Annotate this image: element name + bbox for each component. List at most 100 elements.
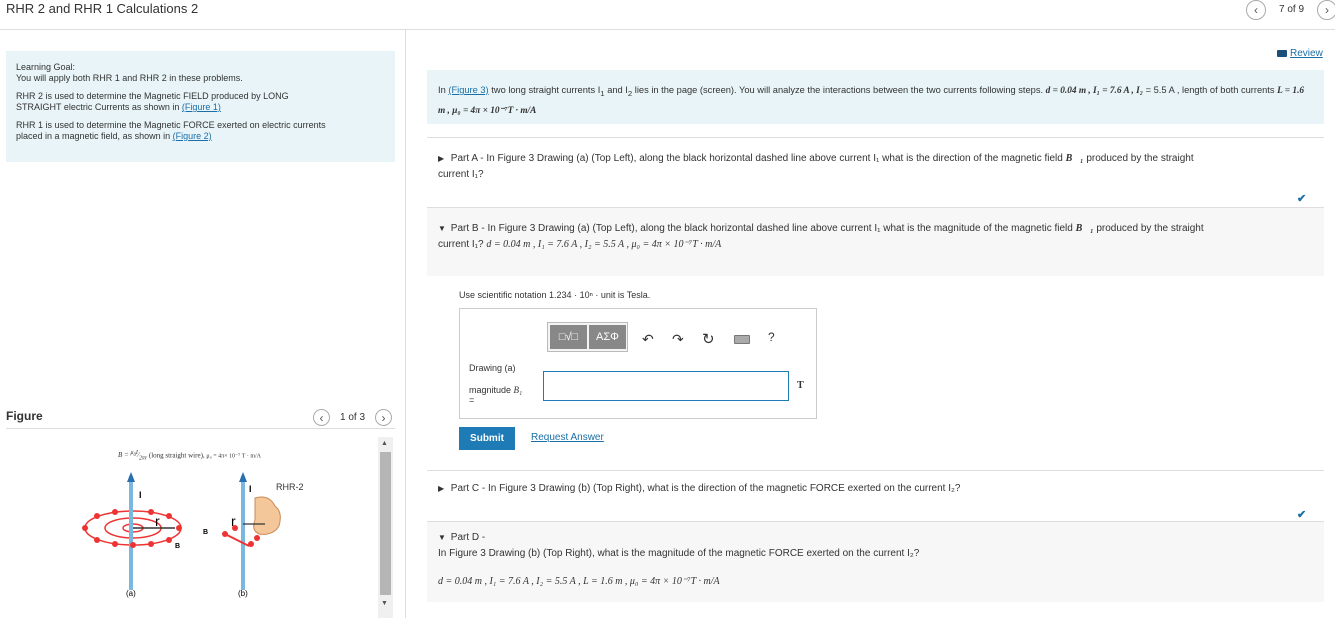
caption-b: (b)	[238, 589, 248, 598]
goal-line-2b: STRAIGHT electric Currents as shown in	[16, 102, 180, 112]
figure-prev-button[interactable]: ‹	[313, 409, 330, 426]
intro-prefix: In	[438, 85, 446, 95]
part-b-text-3: current I₁?	[438, 239, 484, 250]
formula-b: B = μ0I⁄2πr	[118, 450, 148, 462]
magnitude-label: magnitude B₁ =	[469, 385, 522, 405]
next-item-button[interactable]: ›	[1317, 0, 1335, 20]
book-icon	[1277, 50, 1287, 57]
equals-sign: =	[469, 395, 475, 405]
scroll-up-icon[interactable]: ▲	[381, 440, 388, 447]
chevron-left-icon: ‹	[319, 410, 324, 425]
part-a-text-3: current I₁?	[438, 169, 484, 180]
label-r-b: r	[231, 513, 236, 529]
label-b-b: B	[203, 529, 208, 536]
chevron-right-icon: ›	[381, 410, 386, 425]
formula-mu: μ₀ = 4π× 10⁻⁷ T · m/A	[206, 453, 261, 460]
caret-down-icon: ▼	[438, 224, 446, 233]
goal-line-3b: placed in a magnetic field, as shown in	[16, 131, 171, 141]
drawing-label: Drawing (a)	[469, 363, 516, 373]
intro-given-2: = 5.5 A , length of both currents	[1145, 85, 1275, 95]
label-i-a: I	[139, 490, 142, 500]
sqrt-icon: □√□	[558, 331, 579, 343]
part-b-text: - In Figure 3 Drawing (a) (Top Left), al…	[478, 223, 1073, 234]
figure-1-link[interactable]: (Figure 1)	[182, 102, 221, 112]
drawing-b: I r B	[203, 472, 281, 590]
template-button-group: □√□ ΑΣΦ	[547, 322, 628, 352]
undo-icon[interactable]: ↶	[642, 331, 654, 348]
part-a-text: - In Figure 3 Drawing (a) (Top Left), al…	[477, 153, 1063, 164]
magnitude-var: B₁	[513, 385, 523, 395]
answer-box: □√□ ΑΣΦ ↶ ↷ ↻ ? Drawing (a) magnitude B₁…	[459, 308, 817, 419]
figure-formula: B = μ0I⁄2πr (long straight wire), μ₀ = 4…	[118, 450, 261, 462]
part-b-header[interactable]: ▼ Part B - In Figure 3 Drawing (a) (Top …	[438, 221, 1318, 253]
formula-text: (long straight wire),	[148, 451, 205, 460]
part-b-label: Part B	[450, 223, 479, 234]
chevron-right-icon: ›	[1325, 3, 1329, 17]
math-template-button[interactable]: □√□	[550, 325, 587, 349]
part-a-text-2: produced by the straight	[1086, 153, 1194, 164]
problem-intro: In (Figure 3) two long straight currents…	[427, 70, 1324, 124]
label-b-a: B	[175, 543, 180, 550]
figure-next-button[interactable]: ›	[375, 409, 392, 426]
figure-3-link[interactable]: (Figure 3)	[448, 85, 488, 95]
part-c-text: - In Figure 3 Drawing (b) (Top Right), w…	[479, 483, 961, 494]
keyboard-icon[interactable]	[734, 335, 750, 344]
greek-symbols-button[interactable]: ΑΣΦ	[589, 325, 626, 349]
goal-line-3: RHR 1 is used to determine the Magnetic …	[16, 120, 385, 142]
figure-divider	[6, 428, 395, 429]
review-link[interactable]: Review	[1277, 48, 1323, 59]
magnitude-input[interactable]	[543, 371, 789, 401]
figure-2-link[interactable]: (Figure 2)	[173, 131, 212, 141]
part-d-dash: -	[479, 532, 486, 543]
part-d-given: d = 0.04 m , I₁ = 7.6 A , I₂ = 5.5 A , L…	[438, 576, 720, 587]
figure-counter: 1 of 3	[340, 412, 366, 423]
label-r: r	[155, 513, 160, 529]
answer-hint: Use scientific notation 1.234 · 10ⁿ · un…	[459, 290, 651, 300]
part-b-text-2: produced by the straight	[1096, 223, 1204, 234]
caret-right-icon: ▶	[438, 484, 445, 493]
help-button[interactable]: ?	[768, 330, 775, 344]
scroll-down-icon[interactable]: ▼	[381, 600, 388, 607]
caret-right-icon: ▶	[438, 154, 445, 163]
goal-heading: Learning Goal:	[16, 62, 76, 72]
divider-c	[427, 470, 1324, 471]
goal-line-1: You will apply both RHR 1 and RHR 2 in t…	[16, 73, 243, 83]
greek-label: ΑΣΦ	[596, 331, 619, 343]
review-label[interactable]: Review	[1290, 48, 1323, 59]
prev-item-button[interactable]: ‹	[1246, 0, 1266, 20]
caption-a: (a)	[126, 589, 136, 598]
intro-text-3: lies in the page (screen). You will anal…	[634, 85, 1044, 95]
check-icon: ✔	[1297, 509, 1307, 521]
check-icon: ✔	[1297, 193, 1307, 205]
submit-button[interactable]: Submit	[459, 427, 515, 450]
part-d-header[interactable]: ▼ Part D - In Figure 3 Drawing (b) (Top …	[438, 530, 1318, 562]
item-counter: 7 of 9	[1279, 4, 1305, 15]
intro-text-2: and I	[607, 85, 628, 95]
intro-given-1: d = 0.04 m , I₁ = 7.6 A , I₂	[1045, 86, 1143, 96]
b1-vector-b: B⃗₁	[1075, 223, 1094, 234]
header-divider	[0, 29, 1335, 30]
part-c-label: Part C	[450, 483, 480, 494]
reset-icon[interactable]: ↻	[702, 330, 715, 348]
part-a-label: Part A	[450, 153, 478, 164]
column-divider	[405, 30, 406, 618]
drawing-a: I r B	[82, 472, 182, 590]
divider-a	[427, 137, 1324, 138]
chevron-left-icon: ‹	[1254, 3, 1258, 17]
caret-down-icon: ▼	[438, 533, 446, 542]
part-c-header[interactable]: ▶ Part C - In Figure 3 Drawing (b) (Top …	[438, 481, 1318, 497]
redo-icon[interactable]: ↷	[672, 331, 684, 348]
part-d-label: Part D	[450, 532, 480, 543]
part-b-given: d = 0.04 m , I₁ = 7.6 A , I₂ = 5.5 A , μ…	[486, 239, 722, 250]
figure-diagram: I r B I r B (a) (b)	[82, 472, 281, 598]
magnitude-text: magnitude	[469, 385, 512, 395]
b1-vector: B⃗₁	[1065, 153, 1084, 164]
request-answer-link[interactable]: Request Answer	[531, 432, 604, 443]
goal-line-2: RHR 2 is used to determine the Magnetic …	[16, 91, 385, 113]
figure-label: Figure	[6, 409, 43, 423]
part-a-header[interactable]: ▶ Part A - In Figure 3 Drawing (a) (Top …	[438, 151, 1318, 183]
label-i-b: I	[249, 484, 252, 494]
goal-line-2a: RHR 2 is used to determine the Magnetic …	[16, 91, 289, 101]
scrollbar-thumb[interactable]	[380, 452, 391, 595]
page-title: RHR 2 and RHR 1 Calculations 2	[6, 1, 199, 16]
